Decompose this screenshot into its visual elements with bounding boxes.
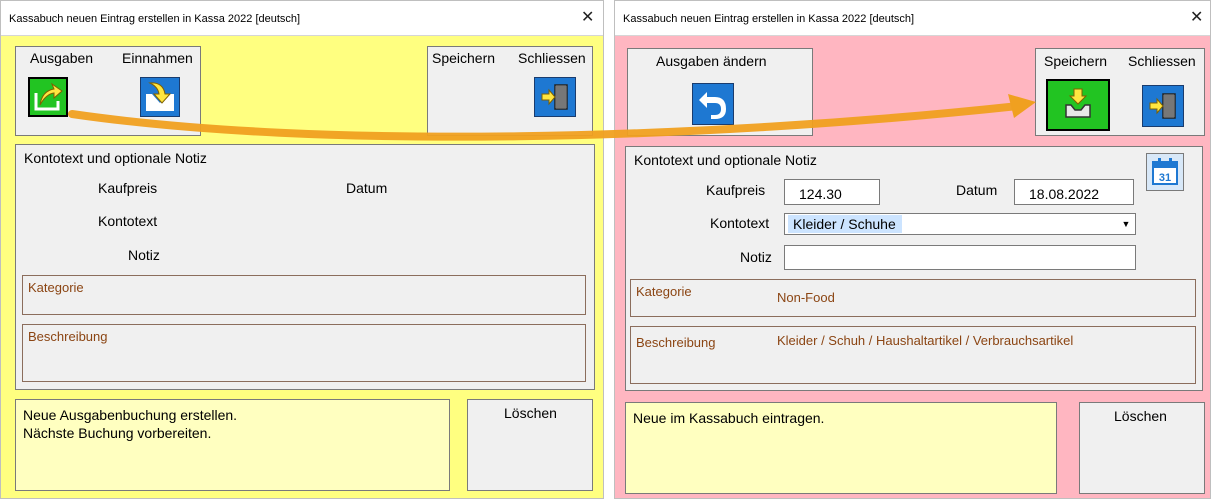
save-tray-icon — [1065, 88, 1091, 118]
right-message-box: Neue im Kassabuch eintragen. — [625, 402, 1057, 494]
right-client-area: Ausgaben ändern Speichern Schliessen Kon… — [615, 36, 1210, 498]
ausgaben-button[interactable] — [28, 77, 68, 117]
datum-label: Datum — [956, 182, 998, 198]
left-entry-panel: Kontotext und optionale Notiz Kaufpreis … — [15, 144, 595, 390]
loeschen-button[interactable]: Löschen — [1079, 402, 1205, 494]
schliessen-button[interactable] — [1142, 85, 1184, 127]
message-line-1: Neue Ausgabenbuchung erstellen. — [23, 407, 238, 423]
loeschen-label: Löschen — [504, 405, 557, 421]
left-title-bar: Kassabuch neuen Eintrag erstellen in Kas… — [1, 1, 603, 36]
kontotext-value: Kleider / Schuhe — [788, 215, 902, 233]
kategorie-label: Kategorie — [28, 280, 84, 295]
left-window: Kassabuch neuen Eintrag erstellen in Kas… — [0, 0, 604, 499]
right-actions-panel: Speichern Schliessen — [1035, 48, 1205, 136]
loeschen-button[interactable]: Löschen — [467, 399, 593, 491]
calendar-button[interactable]: 31 — [1146, 153, 1184, 191]
beschreibung-label: Beschreibung — [28, 329, 108, 344]
notiz-field[interactable] — [784, 245, 1136, 270]
speichern-button[interactable] — [1046, 79, 1110, 131]
left-window-title: Kassabuch neuen Eintrag erstellen in Kas… — [9, 13, 301, 25]
income-in-icon — [146, 82, 174, 111]
section-title: Kontotext und optionale Notiz — [24, 150, 207, 166]
speichern-label: Speichern — [432, 50, 496, 66]
left-message-box: Neue Ausgabenbuchung erstellen. Nächste … — [15, 399, 450, 491]
kontotext-label: Kontotext — [710, 215, 770, 231]
ausgaben-aendern-button[interactable] — [692, 83, 734, 125]
kategorie-group: Kategorie — [22, 275, 586, 315]
left-mode-panel: Ausgaben Einnahmen — [15, 46, 201, 136]
undo-arrow-icon — [699, 92, 726, 119]
right-close-icon[interactable]: ✕ — [1190, 10, 1203, 26]
beschreibung-group: Beschreibung — [22, 324, 586, 382]
kategorie-group: Kategorie Non-Food — [630, 279, 1196, 317]
schliessen-button[interactable] — [534, 77, 576, 117]
right-title-bar: Kassabuch neuen Eintrag erstellen in Kas… — [615, 1, 1210, 36]
section-title: Kontotext und optionale Notiz — [634, 152, 817, 168]
exit-door-icon — [541, 84, 568, 110]
speichern-label: Speichern — [1044, 53, 1108, 69]
expense-out-icon — [34, 82, 63, 111]
schliessen-label: Schliessen — [1128, 53, 1196, 69]
kaufpreis-label: Kaufpreis — [706, 182, 766, 198]
message-line-2: Nächste Buchung vorbereiten. — [23, 425, 212, 441]
notiz-label: Notiz — [740, 249, 772, 265]
einnahmen-label: Einnahmen — [122, 50, 193, 66]
calendar-day: 31 — [1159, 172, 1171, 184]
exit-door-icon — [1149, 93, 1176, 119]
right-window: Kassabuch neuen Eintrag erstellen in Kas… — [614, 0, 1211, 499]
datum-field[interactable]: 18.08.2022 — [1014, 179, 1134, 205]
schliessen-label: Schliessen — [518, 50, 586, 66]
kontotext-label: Kontotext — [98, 213, 158, 229]
notiz-label: Notiz — [128, 247, 160, 263]
kaufpreis-field[interactable]: 124.30 — [784, 179, 880, 205]
einnahmen-button[interactable] — [140, 77, 180, 117]
right-entry-panel: Kontotext und optionale Notiz 31 Kaufpre… — [625, 146, 1203, 391]
right-window-title: Kassabuch neuen Eintrag erstellen in Kas… — [623, 13, 915, 25]
left-close-icon[interactable]: ✕ — [581, 10, 594, 26]
ausgaben-label: Ausgaben — [30, 50, 94, 66]
dropdown-arrow-icon[interactable]: ▼ — [1119, 217, 1133, 231]
kontotext-select[interactable]: Kleider / Schuhe ▼ — [784, 213, 1136, 235]
left-actions-panel: Speichern Schliessen — [427, 46, 593, 136]
right-mode-panel: Ausgaben ändern — [627, 48, 813, 136]
kategorie-label: Kategorie — [636, 284, 692, 299]
beschreibung-label: Beschreibung — [636, 335, 716, 350]
loeschen-label: Löschen — [1114, 408, 1167, 424]
kategorie-value: Non-Food — [777, 290, 835, 305]
beschreibung-group: Beschreibung Kleider / Schuh / Haushalta… — [630, 326, 1196, 384]
message-line: Neue im Kassabuch eintragen. — [633, 410, 825, 426]
left-client-area: Ausgaben Einnahmen Speichern Schliessen — [1, 36, 603, 498]
kaufpreis-label: Kaufpreis — [98, 180, 158, 196]
ausgaben-aendern-label: Ausgaben ändern — [656, 53, 767, 69]
datum-label: Datum — [346, 180, 388, 196]
calendar-icon: 31 — [1152, 158, 1178, 185]
beschreibung-value: Kleider / Schuh / Haushaltartikel / Verb… — [777, 333, 1074, 348]
